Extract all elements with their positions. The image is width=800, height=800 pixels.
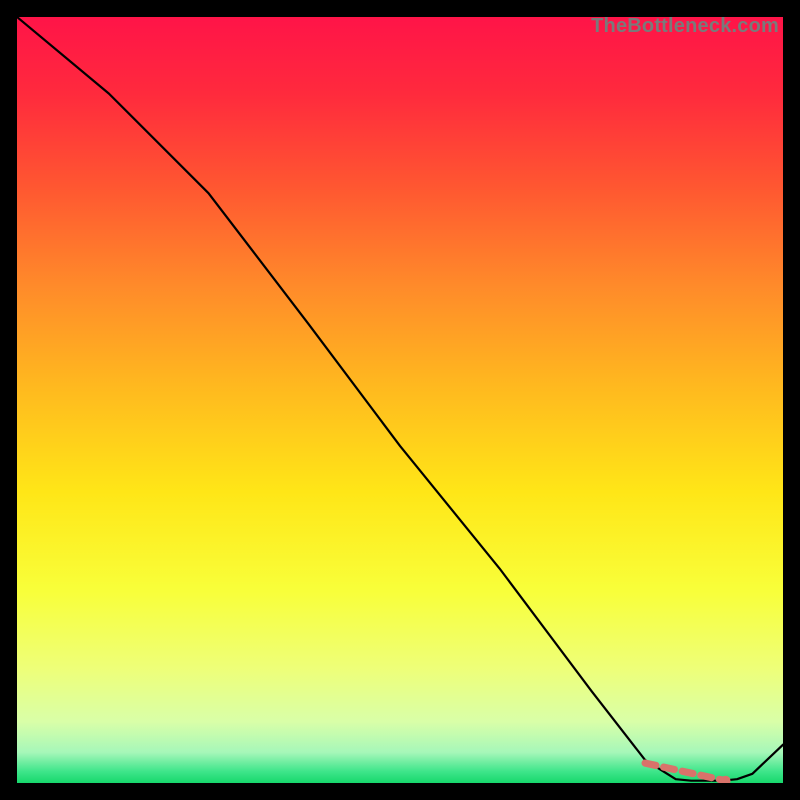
marker-dash xyxy=(645,763,656,765)
chart-canvas xyxy=(17,17,783,783)
watermark-text: TheBottleneck.com xyxy=(591,15,779,38)
marker-dash xyxy=(701,775,712,777)
marker-dash xyxy=(682,771,693,773)
chart-background xyxy=(17,17,783,783)
chart-frame: TheBottleneck.com xyxy=(17,17,783,783)
marker-dash xyxy=(664,767,675,769)
